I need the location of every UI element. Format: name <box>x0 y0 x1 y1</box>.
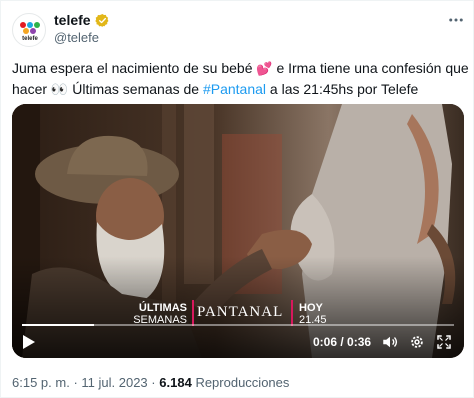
meta-separator: · <box>73 375 78 390</box>
tweet-text-segment: a las 21:45hs por Telefe <box>266 81 419 97</box>
tweet-card: telefe telefe @telefe Juma espera el nac… <box>0 0 474 398</box>
avatar-text: telefe <box>22 36 38 42</box>
video-progress-fill <box>22 324 94 326</box>
tweet-text-segment: hacer <box>12 81 51 97</box>
overlay-text-left: ÚLTIMAS SEMANAS <box>127 302 187 326</box>
volume-icon[interactable] <box>381 333 399 351</box>
video-progress-bar[interactable] <box>22 324 454 326</box>
tweet-meta: 6:15 p. m. · 11 jul. 2023 · 6.184 Reprod… <box>12 375 289 390</box>
gold-verified-badge-icon <box>94 13 109 27</box>
video-time: 0:06 / 0:36 <box>313 335 372 349</box>
hashtag-link[interactable]: #Pantanal <box>203 81 266 97</box>
author-handle[interactable]: @telefe <box>54 30 99 45</box>
meta-separator: · <box>151 375 156 390</box>
play-icon[interactable] <box>22 334 36 350</box>
overlay-divider <box>291 300 293 326</box>
tweet-text-segment: e Irma tiene una confesión que <box>272 60 469 76</box>
author-name[interactable]: telefe <box>54 12 91 28</box>
fullscreen-icon[interactable] <box>435 333 453 351</box>
show-title: PANTANAL <box>197 304 284 320</box>
author-name-row: telefe <box>54 12 110 28</box>
avatar[interactable]: telefe <box>12 13 46 47</box>
more-horizontal-icon[interactable] <box>447 11 465 34</box>
overlay-hoy: HOY <box>299 302 323 314</box>
overlay-text-right: HOY 21.45 <box>299 302 327 326</box>
view-count: 6.184 <box>159 375 192 390</box>
tweet-line-2: hacer 👀 Últimas semanas de #Pantanal a l… <box>12 79 464 100</box>
tweet-date[interactable]: 11 jul. 2023 <box>81 375 147 390</box>
settings-gear-icon[interactable] <box>408 333 426 351</box>
tweet-text: Juma espera el nacimiento de su bebé 💕 e… <box>12 58 469 100</box>
video-player[interactable]: ÚLTIMAS SEMANAS PANTANAL HOY 21.45 0:06 … <box>12 104 464 358</box>
tweet-line-1: Juma espera el nacimiento de su bebé 💕 e… <box>12 58 469 79</box>
overlay-divider <box>192 300 194 326</box>
overlay-ultimas: ÚLTIMAS <box>138 302 187 314</box>
view-count-label: Reproducciones <box>195 375 290 390</box>
two-hearts-emoji-icon: 💕 <box>256 61 273 76</box>
tweet-text-segment: Juma espera el nacimiento de su bebé <box>12 60 257 76</box>
tweet-time[interactable]: 6:15 p. m. <box>12 375 70 390</box>
tweet-text-segment: Últimas semanas de <box>68 81 203 97</box>
eyes-emoji-icon: 👀 <box>50 81 69 97</box>
